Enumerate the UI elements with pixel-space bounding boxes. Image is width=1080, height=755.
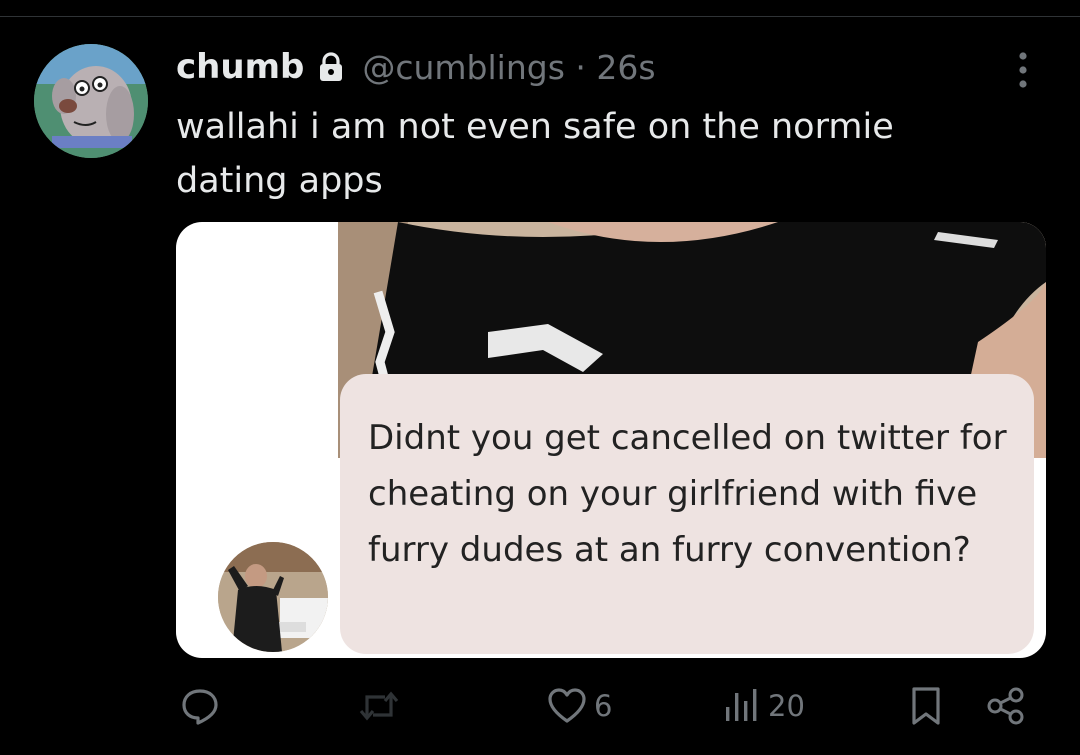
heart-icon <box>546 685 588 727</box>
retweet-icon <box>357 685 401 727</box>
retweet-button[interactable] <box>357 676 401 736</box>
more-options-icon[interactable] <box>1008 48 1038 92</box>
message-text: Didnt you get cancelled on twitter for c… <box>368 418 1007 570</box>
tweet-media-image[interactable]: Didnt you get cancelled on twitter for c… <box>176 222 1046 658</box>
bookmark-button[interactable] <box>908 676 944 736</box>
message-bubble: Didnt you get cancelled on twitter for c… <box>340 374 1034 654</box>
views-bar-chart-icon <box>722 685 762 727</box>
views-count: 20 <box>768 689 805 723</box>
tweet-header: chumb @cumblings · 26s <box>176 44 656 90</box>
lock-icon <box>318 52 344 82</box>
display-name[interactable]: chumb <box>176 47 304 87</box>
tweet-text: wallahi i am not even safe on the normie… <box>176 107 894 201</box>
cartoon-dog-avatar-icon <box>34 44 148 158</box>
reply-button[interactable] <box>179 676 221 736</box>
top-divider <box>0 16 1080 17</box>
sender-avatar <box>218 542 328 652</box>
views-button[interactable]: 20 <box>722 676 805 736</box>
share-icon <box>985 685 1027 727</box>
profile-avatar[interactable] <box>34 44 148 158</box>
like-button[interactable]: 6 <box>546 676 612 736</box>
share-button[interactable] <box>985 676 1027 736</box>
handle-and-timestamp[interactable]: @cumblings · 26s <box>362 48 655 87</box>
bookmark-icon <box>908 685 944 727</box>
tweet-actions-bar: 6 20 <box>0 676 1080 736</box>
like-count: 6 <box>594 689 613 723</box>
reply-icon <box>179 685 221 727</box>
